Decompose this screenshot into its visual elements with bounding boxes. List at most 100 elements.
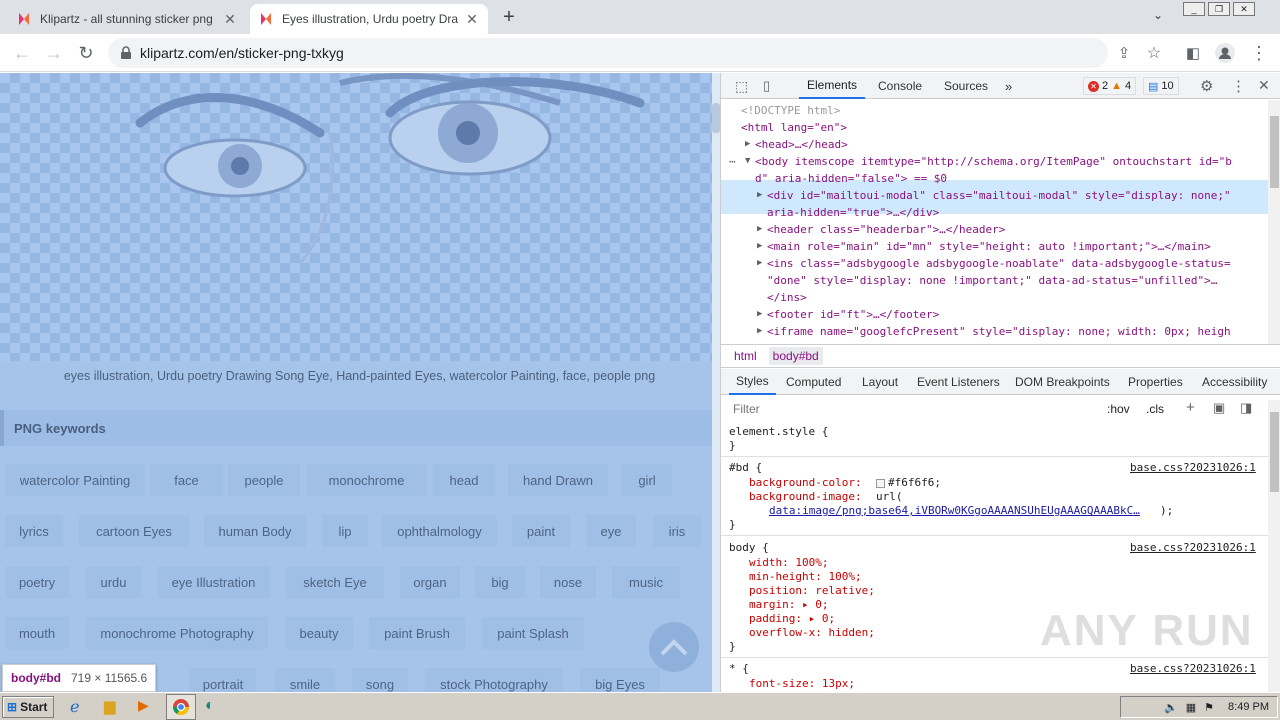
keyword-chip[interactable]: mouth — [5, 617, 69, 649]
keyword-chip[interactable]: cartoon Eyes — [79, 515, 189, 547]
device-toolbar-icon[interactable]: ▯ — [763, 78, 770, 94]
tab-klipartz[interactable]: Klipartz - all stunning sticker png ima … — [8, 4, 246, 34]
expand-triangle-icon[interactable]: ▶ — [757, 306, 762, 323]
expand-triangle-icon[interactable]: ▶ — [757, 221, 762, 238]
ins-node[interactable]: <ins class="adsbygoogle adsbygoogle-noab… — [767, 255, 1231, 272]
keyword-chip[interactable]: monochrome — [307, 464, 426, 496]
page-scrollbar[interactable] — [712, 73, 720, 692]
new-tab-button[interactable]: + — [498, 6, 520, 28]
chrome-taskbar-button[interactable] — [166, 694, 196, 720]
restore-button[interactable]: ❐ — [1208, 2, 1230, 16]
minimize-button[interactable]: _ — [1183, 2, 1205, 16]
keyword-chip[interactable]: big Eyes — [580, 668, 660, 692]
keyword-chip[interactable]: watercolor Painting — [5, 464, 145, 496]
class-toggle[interactable]: .cls — [1146, 402, 1164, 416]
keyword-chip[interactable]: lip — [322, 515, 368, 547]
node-actions-icon[interactable]: ⋯ — [729, 153, 736, 170]
keyword-chip[interactable]: monochrome Photography — [86, 617, 268, 649]
internet-explorer-icon[interactable]: ℯ — [70, 697, 79, 717]
keyword-chip[interactable]: poetry — [5, 566, 69, 598]
toggle-sidebar-icon[interactable]: ◨ — [1240, 400, 1252, 416]
clock[interactable]: 8:49 PM — [1228, 701, 1269, 713]
rule-source-link[interactable]: base.css?20231026:1 — [1130, 461, 1256, 475]
tab-elements[interactable]: Elements — [799, 73, 866, 99]
keyword-chip[interactable]: hand Drawn — [508, 464, 608, 496]
css-declaration[interactable]: width: 100%; — [749, 556, 828, 570]
ins-node-cont[interactable]: "done" style="display: none !important;"… — [767, 272, 1217, 289]
rule-selector[interactable]: * { — [729, 662, 749, 676]
css-property[interactable]: background-image: — [749, 490, 862, 504]
keyword-chip[interactable]: lyrics — [5, 515, 63, 547]
volume-icon[interactable]: 🔈 — [1164, 701, 1178, 714]
html-node[interactable]: <html lang="en"> — [741, 119, 847, 136]
ins-node-close[interactable]: </ins> — [767, 289, 807, 306]
forward-arrow-icon[interactable]: → — [42, 41, 66, 65]
keyword-chip[interactable]: eye Illustration — [157, 566, 270, 598]
keyword-chip[interactable]: eye — [586, 515, 636, 547]
settings-gear-icon[interactable]: ⚙ — [1200, 77, 1213, 95]
breadcrumb-body[interactable]: body#bd — [768, 347, 823, 365]
footer-node[interactable]: <footer id="ft">…</footer> — [767, 306, 939, 323]
keyword-chip[interactable]: people — [228, 464, 300, 496]
doctype-node[interactable]: <!DOCTYPE html> — [741, 102, 840, 119]
media-player-icon[interactable]: ▶ — [138, 697, 149, 714]
keyword-chip[interactable]: portrait — [190, 668, 256, 692]
flag-icon[interactable]: ⚑ — [1204, 701, 1214, 714]
head-node[interactable]: <head>…</head> — [755, 136, 848, 153]
rendering-emulation-icon[interactable]: ▣ — [1213, 400, 1225, 416]
keyword-chip[interactable]: iris — [653, 515, 701, 547]
header-node[interactable]: <header class="headerbar">…</header> — [767, 221, 1005, 238]
keyword-chip[interactable]: paint Brush — [369, 617, 465, 649]
tab-console[interactable]: Console — [878, 73, 922, 99]
messages-counter[interactable]: ▤ 10 — [1143, 77, 1179, 95]
styles-filter-input[interactable] — [727, 400, 1099, 418]
page-scrollbar-thumb[interactable] — [712, 103, 720, 133]
file-explorer-icon[interactable]: ▆ — [104, 697, 116, 715]
css-declaration[interactable]: overflow-x: hidden; — [749, 626, 875, 640]
edge-icon[interactable]: ◐ — [205, 697, 215, 715]
close-devtools-icon[interactable]: ✕ — [1258, 77, 1270, 94]
start-button[interactable]: ⊞ Start — [2, 696, 54, 718]
side-panel-icon[interactable]: ◧ — [1181, 41, 1205, 65]
keyword-chip[interactable]: urdu — [86, 566, 141, 598]
css-declaration[interactable]: min-height: 100%; — [749, 570, 862, 584]
tab-layout[interactable]: Layout — [862, 369, 898, 395]
share-icon[interactable]: ⇪ — [1112, 41, 1136, 65]
dom-scrollbar[interactable] — [1268, 100, 1280, 344]
tab-dom-breakpoints[interactable]: DOM Breakpoints — [1015, 369, 1110, 395]
keyword-chip[interactable]: nose — [540, 566, 596, 598]
keyword-chip[interactable]: beauty — [285, 617, 353, 649]
css-declaration[interactable]: font-size: 13px; — [749, 677, 855, 691]
css-declaration[interactable]: position: relative; — [749, 584, 875, 598]
new-style-rule-icon[interactable]: + — [1186, 399, 1195, 416]
breadcrumb-html[interactable]: html — [734, 349, 757, 363]
keyword-chip[interactable]: paint — [512, 515, 570, 547]
close-tab-icon[interactable]: ✕ — [222, 11, 238, 28]
dom-scrollbar-thumb[interactable] — [1270, 116, 1279, 188]
scroll-to-top-button[interactable] — [649, 622, 699, 672]
issues-counter[interactable]: ✕ 2 ▲ 4 — [1083, 77, 1137, 95]
more-tabs-icon[interactable]: » — [1005, 73, 1012, 99]
iframe-node[interactable]: <iframe name="googlefcPresent" style="di… — [767, 323, 1231, 340]
main-node[interactable]: <main role="main" id="mn" style="height:… — [767, 238, 1211, 255]
keyword-chip[interactable]: song — [352, 668, 408, 692]
keyword-chip[interactable]: music — [612, 566, 680, 598]
hover-state-toggle[interactable]: :hov — [1107, 402, 1130, 416]
body-node[interactable]: <body itemscope itemtype="http://schema.… — [755, 153, 1232, 170]
profile-avatar-icon[interactable] — [1213, 41, 1237, 65]
keyword-chip[interactable]: paint Splash — [482, 617, 584, 649]
bookmark-star-icon[interactable]: ☆ — [1142, 41, 1166, 65]
keyword-chip[interactable]: stock Photography — [425, 668, 563, 692]
tab-styles[interactable]: Styles — [729, 369, 776, 395]
keyword-chip[interactable]: human Body — [204, 515, 306, 547]
network-icon[interactable]: ▦ — [1186, 701, 1196, 714]
expand-triangle-icon[interactable]: ▶ — [757, 323, 762, 340]
keyword-chip[interactable]: sketch Eye — [286, 566, 384, 598]
keyword-chip[interactable]: girl — [622, 464, 672, 496]
tab-event-listeners[interactable]: Event Listeners — [917, 369, 1000, 395]
expand-triangle-icon[interactable]: ▶ — [745, 136, 750, 153]
data-uri-link[interactable]: data:image/png;base64,iVBORw0KGgoAAAANSU… — [769, 504, 1140, 518]
css-property[interactable]: background-color: — [749, 476, 862, 490]
css-value[interactable]: url( — [876, 490, 903, 504]
keyword-chip[interactable]: head — [433, 464, 495, 496]
